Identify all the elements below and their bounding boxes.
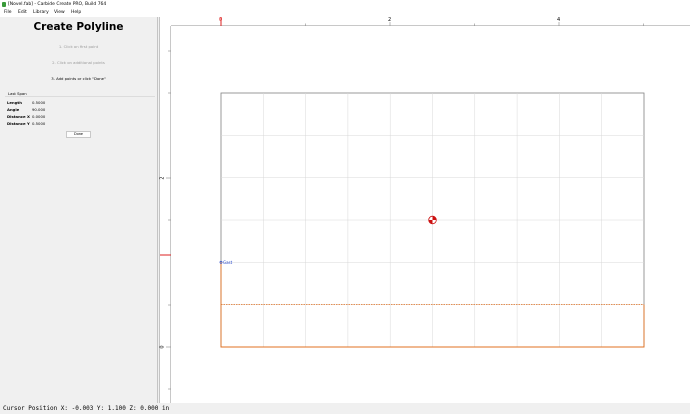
distance-y-label: Distance Y [7, 121, 30, 126]
top-ruler-label-4: 4 [557, 17, 561, 23]
step-3: 3. Add points or click "Done" [51, 76, 106, 81]
last-span-divider [5, 96, 155, 97]
menu-help[interactable]: Help [71, 9, 81, 17]
last-span-row-length: Length 0.5000 [7, 100, 157, 106]
panel-divider [157, 17, 158, 403]
tool-panel: Create Polyline 1. Click on first point … [0, 17, 157, 403]
menu-bar: File Edit Library View Help [0, 9, 690, 17]
angle-label: Angle [7, 107, 20, 112]
target-marker-icon [428, 215, 437, 225]
left-ruler-label-2: 2 [159, 176, 166, 180]
top-ruler-ticks [220, 17, 644, 26]
distance-x-value: 0.0000 [32, 114, 46, 119]
menu-file[interactable]: File [4, 9, 12, 17]
left-ruler-label-0: 0 [159, 345, 166, 349]
panel-title: Create Polyline [33, 21, 124, 33]
drawing-canvas[interactable]: Gast [171, 26, 690, 403]
angle-value: 90.000 [32, 107, 46, 112]
top-ruler: 0 2 4 [171, 17, 690, 26]
cursor-position: Cursor Position X: -0.003 Y: 1.100 Z: 0.… [3, 405, 170, 412]
menu-library[interactable]: Library [33, 9, 49, 17]
start-point-label: Gast [223, 260, 233, 265]
menu-view[interactable]: View [54, 9, 65, 17]
canvas-svg [219, 92, 645, 348]
app-logo-icon [2, 2, 6, 7]
step-2: 2. Click on additional points [52, 60, 105, 65]
length-value: 0.5000 [32, 100, 46, 105]
window-title: [Novel.fab] - Carbide Create PRO, Build … [8, 2, 107, 7]
done-button[interactable]: Done [66, 131, 91, 138]
step-1: 1. Click on first point [58, 44, 99, 49]
last-span-row-angle: Angle 90.000 [7, 107, 157, 113]
distance-x-label: Distance X [7, 114, 30, 119]
left-ruler: 2 0 [160, 26, 171, 403]
status-bar: Cursor Position X: -0.003 Y: 1.100 Z: 0.… [0, 403, 690, 414]
title-bar: [Novel.fab] - Carbide Create PRO, Build … [0, 0, 690, 9]
top-ruler-label-2: 2 [388, 17, 392, 23]
length-label: Length [7, 100, 22, 105]
ruler-corner [160, 17, 171, 26]
menu-edit[interactable]: Edit [18, 9, 27, 17]
distance-y-value: 0.5000 [32, 121, 46, 126]
top-ruler-label-0: 0 [219, 17, 223, 23]
last-span-row-distance-y: Distance Y 0.5000 [7, 121, 157, 127]
last-span-row-distance-x: Distance X 0.0000 [7, 114, 157, 120]
